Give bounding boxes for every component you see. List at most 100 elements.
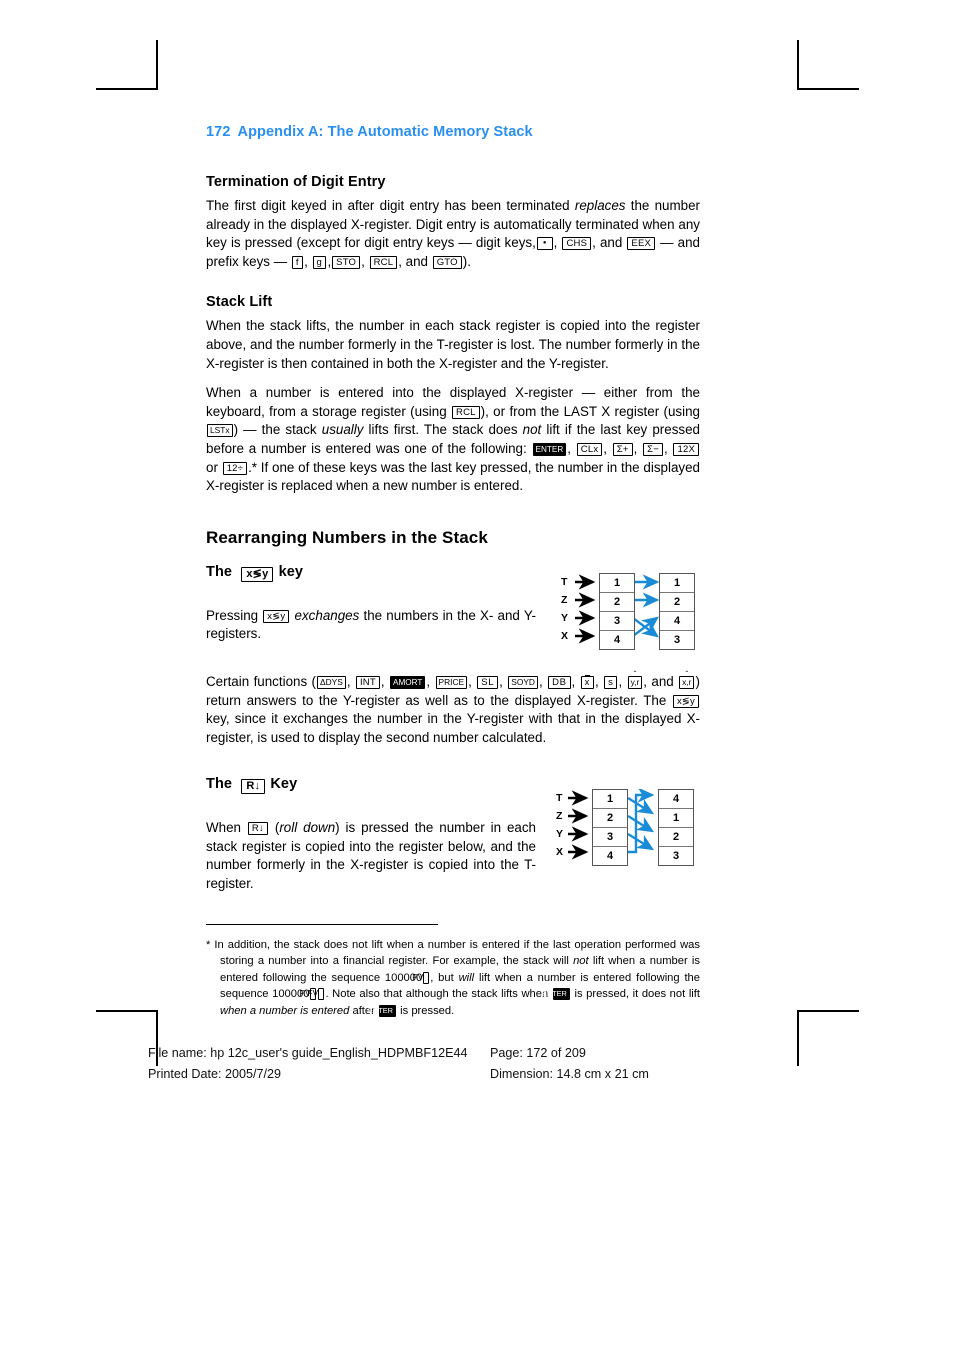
- heading-termination-of-digit-entry: Termination of Digit Entry: [206, 174, 386, 190]
- diagram-column-after: 1 2 4 3: [659, 572, 695, 650]
- rdown-block: When R↓ (roll down) is pressed the numbe…: [206, 789, 700, 893]
- footnote-text: * In addition, the stack does not lift w…: [206, 937, 700, 1019]
- paragraph-stack-lift-2: When a number is entered into the displa…: [206, 384, 700, 496]
- running-head: 172 Appendix A: The Automatic Memory Stac…: [206, 124, 700, 140]
- cell-after-x: 3: [672, 850, 680, 863]
- cell-before-x: 4: [606, 850, 614, 863]
- text-run: key, since it exchanges the number in th…: [206, 711, 700, 745]
- key-sl-icon: SL: [477, 675, 499, 689]
- cell-after-t: 4: [659, 790, 693, 810]
- heading-suffix: Key: [270, 776, 298, 793]
- key-g-icon: g: [312, 255, 327, 269]
- stack-diagram-roll-down: T Z Y X 1 2 3 4 4 1 2 3: [556, 789, 696, 871]
- emphasis-usually: usually: [321, 422, 364, 438]
- text-run: ,: [499, 673, 508, 689]
- key-f-icon: f: [291, 255, 304, 269]
- text-run: When: [206, 820, 247, 836]
- cell-before-z: 2: [600, 593, 634, 612]
- text-run: ,: [663, 440, 673, 456]
- text-run: , and: [398, 253, 432, 269]
- emphasis-exchanges: exchanges: [294, 607, 360, 623]
- emphasis-not: not: [522, 422, 542, 438]
- key-sigma-minus-icon: Σ−: [643, 442, 663, 456]
- text-run: lifts first. The stack does: [363, 422, 523, 438]
- footer-file-name: File name: hp 12c_user's guide_English_H…: [148, 1046, 468, 1060]
- key-roll-down-icon: R↓: [247, 822, 268, 836]
- footer-printed-date: Printed Date: 2005/7/29: [148, 1067, 282, 1081]
- cell-after-x: 3: [673, 633, 681, 646]
- text-run: ,: [538, 673, 548, 689]
- crop-mark-bottom-right: [797, 1010, 859, 1066]
- text-run: Pressing: [206, 607, 263, 623]
- footer-dimension: Dimension: 14.8 cm x 21 cm: [490, 1067, 649, 1081]
- stack-diagram-x-exchange-y: T Z Y X 1 2 3 4 1 2 4 3: [561, 572, 695, 653]
- cell-after-y: 2: [659, 828, 693, 848]
- heading-stack-lift: Stack Lift: [206, 294, 273, 311]
- emphasis-roll-down: roll down: [279, 820, 336, 836]
- cell-after-z: 2: [660, 593, 694, 612]
- text-run: ,: [633, 440, 643, 456]
- page-content: 172 Appendix A: The Automatic Memory Stac…: [206, 124, 700, 1019]
- diagram-column-before: 1 2 3 4: [599, 572, 635, 650]
- key-db-icon: DB: [548, 675, 571, 689]
- text-run: ,: [346, 673, 355, 689]
- key-sigma-plus-icon: Σ+: [612, 442, 633, 456]
- key-rcl-icon: RCL: [452, 405, 480, 419]
- text-run: ,: [304, 253, 312, 269]
- text-run: ,: [327, 253, 332, 269]
- cell-before-t: 1: [593, 790, 627, 810]
- key-roll-down-icon: R↓: [241, 779, 266, 795]
- xy-block: Pressing x≶y exchanges the numbers in th…: [206, 572, 700, 650]
- key-chs-icon: CHS: [562, 237, 592, 251]
- diagram-column-before: 1 2 3 4: [592, 789, 628, 867]
- heading-suffix: key: [278, 563, 304, 580]
- text-run: ,: [553, 235, 562, 251]
- text-run: ,: [361, 253, 369, 269]
- key-x-hat-r-icon: ̂x,r: [679, 675, 695, 689]
- document-page: 172 Appendix A: The Automatic Memory Stac…: [0, 0, 954, 1351]
- cell-before-z: 2: [593, 809, 627, 829]
- key-int-icon: INT: [355, 675, 380, 689]
- text-run: . Note also that although the stack lift…: [325, 988, 552, 1001]
- text-run: The first digit keyed in after digit ent…: [206, 198, 575, 213]
- text-run: ,: [603, 440, 612, 456]
- key-pv-icon: PV: [412, 971, 430, 984]
- emphasis-when-a-number-is-entered: when a number is entered: [220, 1004, 350, 1017]
- text-run: ,: [468, 673, 477, 689]
- text-run: , and: [643, 673, 679, 689]
- key-gto-icon: GTO: [432, 255, 462, 269]
- text-run: ,: [595, 673, 604, 689]
- cell-after-t: 1: [660, 574, 694, 593]
- key-s-icon: s: [604, 675, 618, 689]
- text-run: , and: [592, 235, 627, 251]
- text-run: or: [206, 459, 222, 475]
- key-enter-icon: ENTER: [532, 442, 567, 456]
- text-run: Certain functions (: [206, 673, 317, 689]
- text-run: .* If one of these keys was the last key…: [206, 459, 700, 494]
- key-eex-icon: EEX: [627, 237, 656, 251]
- key-x-exchange-y-icon: x≶y: [672, 694, 699, 708]
- crop-mark-top-left: [96, 40, 158, 90]
- running-head-title: Appendix A: The Automatic Memory Stack: [237, 124, 533, 140]
- heading-rearranging-numbers-in-the-stack: Rearranging Numbers in the Stack: [206, 527, 488, 547]
- heading-prefix: The: [206, 563, 233, 580]
- text-run: ,: [567, 440, 576, 456]
- text-run: is pressed, it does not lift: [570, 988, 701, 1001]
- text-run: ,: [618, 673, 627, 689]
- text-run: ,: [426, 673, 435, 689]
- key-rcl-icon: RCL: [369, 255, 398, 269]
- text-run: ,: [380, 673, 389, 689]
- key-12div-icon: 12÷: [222, 461, 248, 475]
- key-amort-icon: AMORT: [390, 675, 426, 689]
- key-price-icon: PRICE: [435, 675, 468, 689]
- cell-before-t: 1: [600, 574, 634, 593]
- cell-after-y: 4: [660, 612, 694, 631]
- cell-before-x: 4: [613, 633, 621, 646]
- text-run: ).: [462, 253, 471, 269]
- paragraph-stack-lift-1: When the stack lifts, the number in each…: [206, 318, 700, 371]
- key-x-bar-label: x: [584, 676, 590, 688]
- text-run: ) — the stack: [233, 422, 322, 438]
- emphasis-replaces: replaces: [574, 198, 626, 213]
- footnote-separator-rule: [206, 923, 438, 926]
- crop-mark-top-right: [797, 40, 859, 90]
